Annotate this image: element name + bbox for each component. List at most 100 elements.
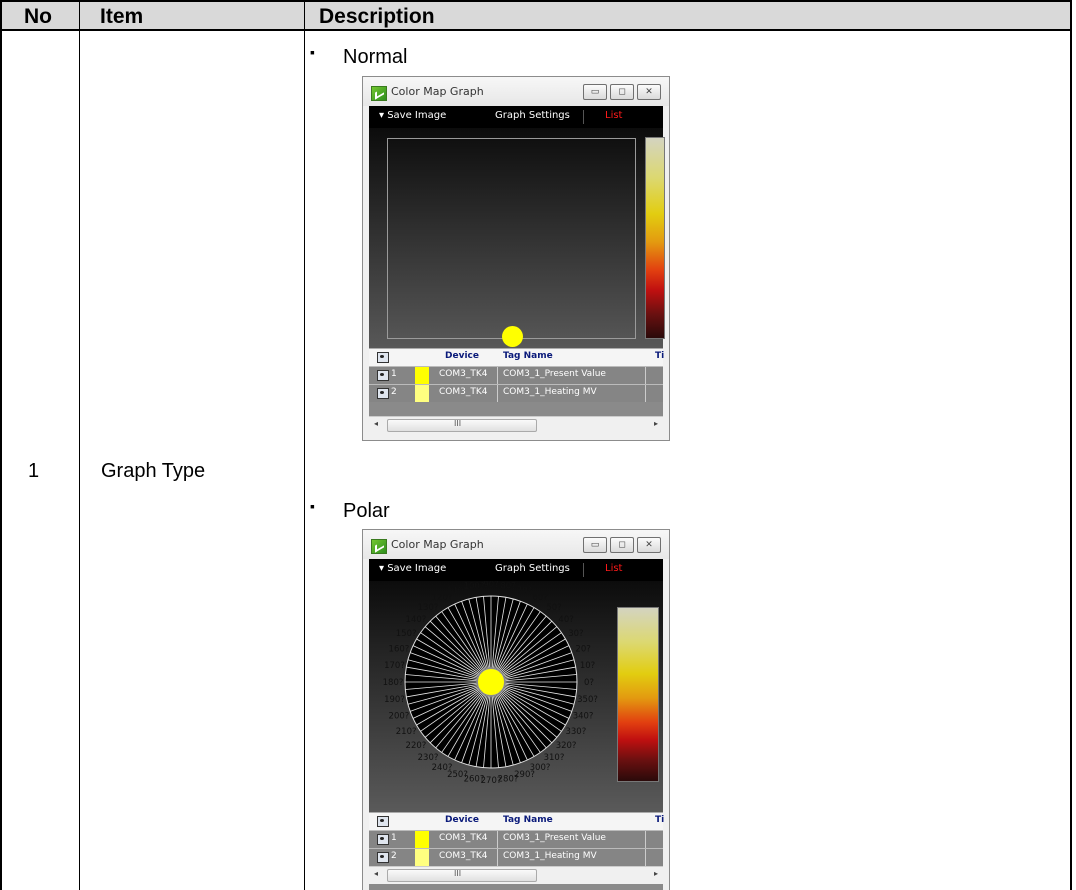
table-row[interactable]: 2 COM3_TK4 COM3_1_Heating MV [369, 848, 663, 866]
restore-button[interactable]: ◻ [610, 84, 634, 100]
polar-angle-label: 340? [573, 712, 594, 722]
bullet-polar: ▪ Polar [310, 498, 390, 523]
visibility-icon[interactable] [377, 388, 389, 399]
row-number: 1 [28, 460, 40, 482]
data-point-marker [478, 669, 504, 695]
polar-angle-label: 60? [532, 593, 547, 603]
device-column-header[interactable]: Device [445, 815, 479, 825]
graph-plot-area [369, 128, 665, 354]
section-label-polar: Polar [343, 500, 390, 522]
horizontal-scrollbar[interactable]: ◂ III ▸ [369, 866, 663, 884]
graph-app-icon [371, 539, 387, 554]
scrollbar-thumb[interactable]: III [387, 419, 537, 432]
time-column-header[interactable]: Ti [655, 351, 664, 361]
polar-angle-label: 40? [558, 615, 573, 625]
polar-angle-label: 20? [575, 644, 590, 654]
polar-angle-label: 120? [432, 593, 453, 603]
table-row[interactable]: 1 COM3_TK4 COM3_1_Present Value [369, 830, 663, 848]
window-title: Color Map Graph [391, 538, 484, 551]
scroll-right-arrow-icon[interactable]: ▸ [654, 869, 658, 878]
row-index: 1 [391, 833, 397, 843]
save-image-button[interactable]: ▾ Save Image [379, 563, 446, 574]
scrollbar-thumb[interactable]: III [387, 869, 537, 882]
polar-angle-label: 50? [546, 603, 561, 613]
polar-angle-label: 80? [500, 581, 515, 591]
polar-angle-label: 70? [517, 586, 532, 596]
polar-angle-label: 170? [384, 661, 405, 671]
color-scale-bar [645, 137, 665, 339]
tag-name-cell: COM3_1_Heating MV [503, 851, 597, 861]
scroll-right-arrow-icon[interactable]: ▸ [654, 419, 658, 428]
color-scale-bar [617, 607, 659, 782]
tag-list-grid: Device Tag Name Ti 1 COM3_TK4 COM3_1_Pre… [369, 348, 664, 434]
tag-name-column-header[interactable]: Tag Name [503, 815, 553, 825]
scroll-left-arrow-icon[interactable]: ◂ [374, 419, 378, 428]
polar-angle-label: 300? [530, 763, 551, 773]
table-row[interactable]: 1 COM3_TK4 COM3_1_Present Value [369, 366, 663, 384]
device-column-header[interactable]: Device [445, 351, 479, 361]
cell-divider [645, 849, 646, 866]
polar-angle-label: 160? [389, 644, 410, 654]
graph-settings-button[interactable]: Graph Settings [495, 563, 570, 574]
restore-button[interactable]: ◻ [610, 537, 634, 553]
polar-angle-label: 10? [580, 661, 595, 671]
cell-divider [497, 849, 498, 866]
series-color-swatch [415, 849, 429, 866]
minimize-button[interactable]: ▭ [583, 84, 607, 100]
grid-header: Device Tag Name Ti [369, 812, 664, 830]
close-button[interactable]: ✕ [637, 84, 661, 100]
close-button[interactable]: ✕ [637, 537, 661, 553]
polar-angle-label: 350? [577, 695, 598, 705]
row-item: Graph Type [101, 460, 206, 482]
visibility-icon[interactable] [377, 370, 389, 381]
polar-angle-label: 210? [396, 727, 417, 737]
tag-name-column-header[interactable]: Tag Name [503, 351, 553, 361]
section-label-normal: Normal [343, 46, 408, 68]
series-color-swatch [415, 367, 429, 384]
cell-divider [497, 385, 498, 402]
column-divider [304, 0, 305, 890]
title-bar[interactable]: Color Map Graph ▭ ◻ ✕ [363, 77, 669, 106]
graph-toolbar: ▾ Save Image Graph Settings List [369, 106, 663, 128]
row-index: 1 [391, 369, 397, 379]
polar-angle-label: 90? [483, 581, 498, 590]
cell-divider [645, 367, 646, 384]
table-row[interactable]: 2 COM3_TK4 COM3_1_Heating MV [369, 384, 663, 402]
polar-angle-label: 140? [406, 615, 427, 625]
horizontal-scrollbar[interactable]: ◂ III ▸ [369, 416, 663, 434]
list-button[interactable]: List [605, 110, 622, 121]
visibility-icon[interactable] [377, 352, 389, 363]
visibility-icon[interactable] [377, 852, 389, 863]
visibility-icon[interactable] [377, 816, 389, 827]
color-map-graph-window-normal: Color Map Graph ▭ ◻ ✕ ▾ Save Image Graph… [362, 76, 670, 441]
time-column-header[interactable]: Ti [655, 815, 664, 825]
graph-toolbar: ▾ Save Image Graph Settings List [369, 559, 663, 581]
scroll-left-arrow-icon[interactable]: ◂ [374, 869, 378, 878]
toolbar-separator [583, 563, 584, 577]
polar-angle-label: 230? [418, 753, 439, 763]
bullet-normal: ▪ Normal [310, 44, 407, 69]
row-index: 2 [391, 387, 397, 397]
title-bar[interactable]: Color Map Graph ▭ ◻ ✕ [363, 530, 669, 559]
color-map-graph-window-polar: Color Map Graph ▭ ◻ ✕ ▾ Save Image Graph… [362, 529, 670, 890]
device-cell: COM3_TK4 [439, 387, 488, 397]
minimize-button[interactable]: ▭ [583, 537, 607, 553]
graph-settings-button[interactable]: Graph Settings [495, 110, 570, 121]
visibility-icon[interactable] [377, 834, 389, 845]
polar-angle-label: 0? [584, 678, 594, 688]
column-divider [79, 0, 80, 890]
polar-angle-label: 30? [568, 629, 583, 639]
cell-divider [645, 831, 646, 848]
tag-name-cell: COM3_1_Present Value [503, 369, 606, 379]
header-description: Description [319, 5, 435, 28]
toolbar-separator [583, 110, 584, 124]
cell-divider [497, 367, 498, 384]
tag-list-grid: Device Tag Name Ti 1 COM3_TK4 COM3_1_Pre… [369, 812, 664, 890]
save-image-button[interactable]: ▾ Save Image [379, 110, 446, 121]
window-client: ▾ Save Image Graph Settings List 0? 10? 20… [369, 559, 664, 890]
list-button[interactable]: List [605, 563, 622, 574]
grid-header: Device Tag Name Ti [369, 348, 664, 366]
device-cell: COM3_TK4 [439, 851, 488, 861]
polar-angle-label: 180? [383, 678, 404, 688]
cell-divider [645, 385, 646, 402]
